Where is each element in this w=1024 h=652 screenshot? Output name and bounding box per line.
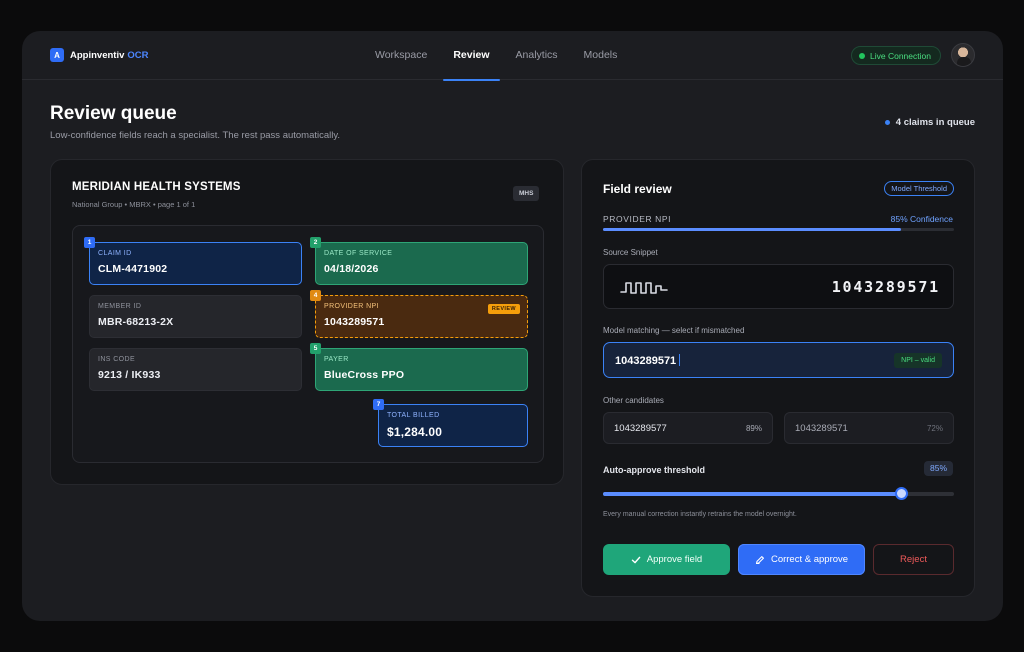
snippet-value: 1043289571	[831, 278, 940, 296]
document-meta: National Group • MBRX • page 1 of 1	[72, 200, 196, 209]
app-window: A Appinventiv OCR Workspace Review Analy…	[22, 31, 1003, 621]
model-matching-input[interactable]: 1043289571 NPI – valid	[603, 342, 954, 378]
approve-field-label: Approve field	[646, 554, 703, 565]
field-payer[interactable]: 5 PAYER BlueCross PPO	[310, 343, 528, 391]
threshold-value-pill: 85%	[923, 461, 953, 476]
field-member-id[interactable]: MEMBER ID MBR-68213-2X	[89, 295, 302, 338]
npi-valid-tag: NPI – valid	[894, 353, 942, 368]
field-label: MEMBER ID	[98, 303, 142, 310]
field-value: 9213 / IK933	[98, 369, 161, 381]
source-snippet-label: Source Snippet	[603, 248, 658, 257]
document-frame: 1 CLAIM ID CLM-4471902 2 DATE OF SERVICE…	[72, 225, 544, 463]
field-label: TOTAL BILLED	[387, 412, 440, 419]
field-value: CLM-4471902	[98, 263, 168, 275]
queue-dot-icon	[884, 120, 890, 125]
avatar[interactable]	[951, 43, 975, 67]
field-label: PAYER	[324, 356, 349, 363]
field-value: 1043289571	[324, 316, 385, 328]
handwriting-squiggle-icon	[620, 282, 668, 294]
document-chip: MHS	[513, 186, 540, 201]
model-matching-value: 1043289571	[615, 354, 681, 367]
field-label: INS CODE	[98, 356, 136, 363]
brand[interactable]: A Appinventiv OCR	[50, 48, 149, 62]
approve-field-button[interactable]: Approve field	[603, 544, 730, 575]
pencil-icon	[755, 555, 764, 564]
brand-logo-icon: A	[50, 48, 64, 62]
document-org: MERIDIAN HEALTH SYSTEMS	[72, 181, 241, 193]
candidate-confidence: 72%	[926, 424, 943, 433]
text-caret	[679, 354, 681, 366]
candidate-confidence: 89%	[745, 424, 762, 433]
threshold-slider[interactable]	[603, 487, 954, 500]
document-card: MERIDIAN HEALTH SYSTEMS National Group •…	[50, 159, 564, 485]
brand-name: Appinventiv	[70, 49, 125, 61]
field-review-title: Field review	[603, 182, 672, 196]
threshold-slider-handle[interactable]	[895, 487, 909, 500]
main-nav: Workspace Review Analytics Models	[362, 31, 631, 81]
field-total-billed[interactable]: 7 TOTAL BILLED $1,284.00	[373, 399, 528, 447]
threshold-slider-fill	[603, 492, 902, 496]
reject-label: Reject	[900, 554, 927, 565]
reject-button[interactable]: Reject	[873, 544, 954, 575]
nav-item-analytics[interactable]: Analytics	[503, 31, 571, 80]
auto-approve-threshold-label: Auto-approve threshold	[603, 465, 706, 475]
queue-count-label: 4 claims in queue	[895, 117, 975, 128]
field-value: MBR-68213-2X	[98, 316, 174, 328]
field-ins-code[interactable]: INS CODE 9213 / IK933	[89, 348, 302, 391]
field-number-badge: 7	[373, 399, 384, 410]
model-matching-label: Model matching — select if mismatched	[603, 326, 745, 335]
field-number-badge: 2	[310, 237, 321, 248]
field-date-of-service[interactable]: 2 DATE OF SERVICE 04/18/2026	[310, 237, 528, 285]
nav-item-review[interactable]: Review	[440, 31, 502, 81]
field-label: DATE OF SERVICE	[324, 250, 393, 257]
candidate-option[interactable]: 1043289571 72%	[784, 412, 954, 444]
nav-item-workspace[interactable]: Workspace	[362, 31, 440, 80]
queue-count: 4 claims in queue	[884, 117, 975, 128]
model-threshold-chip[interactable]: Model Threshold	[884, 181, 954, 196]
page-subtitle: Low-confidence fields reach a specialist…	[50, 130, 341, 141]
nav-item-models[interactable]: Models	[571, 31, 631, 80]
candidate-value: 1043289577	[614, 423, 667, 434]
correct-and-approve-button[interactable]: Correct & approve	[738, 544, 865, 575]
field-number-badge: 4	[310, 290, 321, 301]
retrain-note: Every manual correction instantly retrai…	[603, 511, 797, 518]
field-provider-npi[interactable]: 4 PROVIDER NPI 1043289571 REVIEW	[310, 290, 528, 338]
status-dot-icon	[859, 52, 865, 59]
field-number-badge: 1	[84, 237, 95, 248]
page-title: Review queue	[50, 103, 177, 124]
confidence-label: 85% Confidence	[890, 214, 953, 224]
field-label: CLAIM ID	[98, 250, 132, 257]
source-snippet: 1043289571	[603, 264, 954, 309]
correct-and-approve-label: Correct & approve	[770, 554, 849, 565]
field-number-badge: 5	[310, 343, 321, 354]
brand-accent: OCR	[127, 49, 149, 61]
field-value: $1,284.00	[387, 425, 443, 439]
candidate-option[interactable]: 1043289577 89%	[603, 412, 773, 444]
other-candidates-label: Other candidates	[603, 396, 664, 405]
top-navigation-bar: A Appinventiv OCR Workspace Review Analy…	[22, 31, 1003, 81]
live-connection-badge: Live Connection	[851, 46, 941, 65]
field-claim-id[interactable]: 1 CLAIM ID CLM-4471902	[84, 237, 302, 285]
live-connection-label: Live Connection	[870, 50, 931, 61]
confidence-bar-fill	[603, 228, 902, 231]
field-review-card: Field review Model Threshold PROVIDER NP…	[581, 159, 975, 597]
check-icon	[631, 556, 641, 563]
field-value: 04/18/2026	[324, 263, 379, 275]
reviewed-field-name: PROVIDER NPI	[603, 214, 672, 224]
field-value: BlueCross PPO	[324, 369, 405, 381]
confidence-bar	[603, 228, 954, 231]
candidate-value: 1043289571	[795, 423, 848, 434]
review-tag: REVIEW	[487, 304, 520, 314]
model-matching-text: 1043289571	[615, 355, 677, 367]
